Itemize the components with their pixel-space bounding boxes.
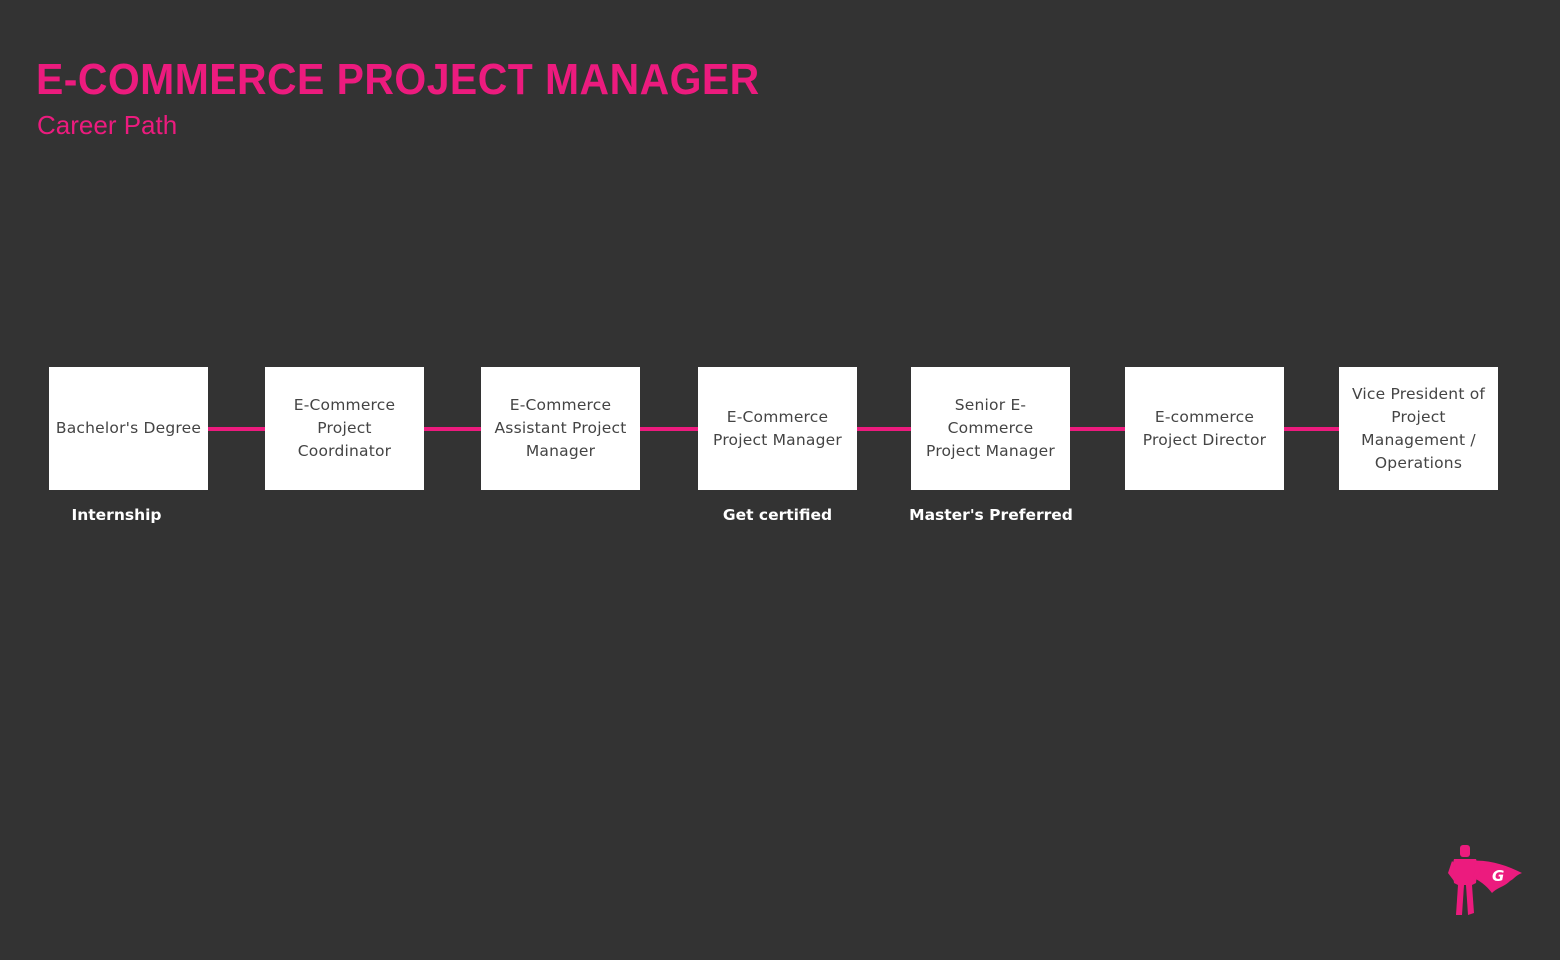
connector-line (1070, 427, 1125, 431)
step-bachelors-degree: Bachelor's Degree (49, 367, 208, 490)
superhero-cape-icon: G (1448, 843, 1524, 917)
page-title: E-COMMERCE PROJECT MANAGER (36, 55, 760, 104)
step-note-masters-preferred: Master's Preferred (909, 506, 1073, 524)
step-assistant-project-manager: E-Commerce Assistant Project Manager (481, 367, 640, 490)
step-senior-project-manager: Senior E-Commerce Project Manager (911, 367, 1070, 490)
step-note-internship: Internship (71, 506, 162, 524)
step-label: Senior E-Commerce Project Manager (926, 396, 1055, 460)
connector-line (640, 427, 698, 431)
page-subtitle: Career Path (37, 110, 178, 140)
step-project-coordinator: E-Commerce Project Coordinator (265, 367, 424, 490)
connector-line (424, 427, 481, 431)
connector-line (208, 427, 265, 431)
step-label: E-commerce Project Director (1142, 407, 1267, 449)
step-label: E-Commerce Project Manager (713, 407, 842, 449)
step-project-manager: E-Commerce Project Manager (698, 367, 857, 490)
step-project-director: E-commerce Project Director (1125, 367, 1284, 490)
step-label: E-Commerce Assistant Project Manager (494, 396, 627, 460)
step-label: E-Commerce Project Coordinator (293, 396, 396, 460)
connector-line (1284, 427, 1339, 431)
step-vice-president: Vice President of Project Management / O… (1339, 367, 1498, 490)
logo-letter: G (1492, 867, 1504, 885)
step-label: Vice President of Project Management / O… (1351, 384, 1486, 472)
step-label: Bachelor's Degree (55, 419, 202, 437)
step-note-get-certified: Get certified (722, 506, 833, 524)
connector-line (857, 427, 911, 431)
